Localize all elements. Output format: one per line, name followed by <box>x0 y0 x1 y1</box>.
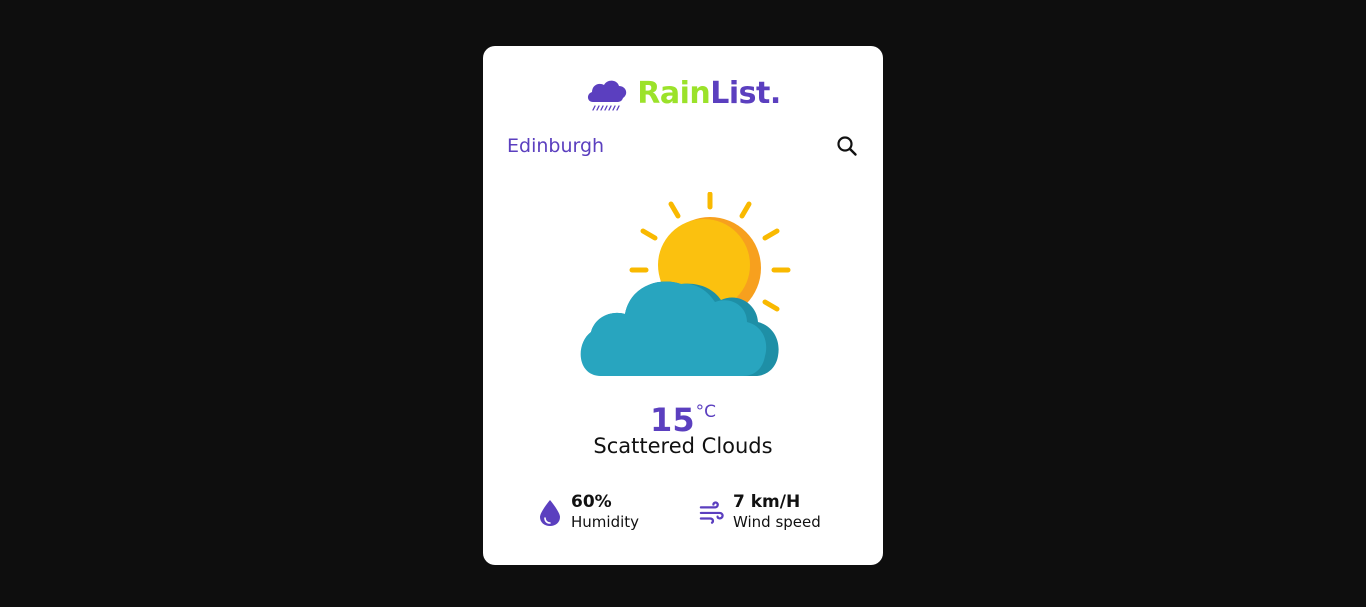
weather-card: RainList. Edinburgh 15°C Scattered Cloud… <box>483 46 883 565</box>
humidity-stat: 60% Humidity <box>537 492 639 532</box>
temperature-unit: °C <box>695 402 716 422</box>
wind-icon <box>699 501 724 524</box>
wind-value: 7 km/H <box>733 492 801 512</box>
humidity-label: Humidity <box>571 513 640 531</box>
search-icon[interactable] <box>835 134 859 158</box>
app-name: RainList. <box>637 74 781 114</box>
partly-cloudy-sun-icon <box>580 192 791 376</box>
city-name: Edinburgh <box>507 135 605 157</box>
humidity-value: 60% <box>571 492 612 512</box>
rain-cloud-icon <box>588 80 627 111</box>
wind-stat: 7 km/H Wind speed <box>699 492 821 532</box>
app-name-rain: Rain <box>637 76 711 111</box>
brand-header: RainList. <box>483 74 883 114</box>
water-drop-icon <box>540 500 560 526</box>
wind-label: Wind speed <box>733 513 821 531</box>
app-name-list: List. <box>710 76 781 111</box>
weather-description: Scattered Clouds <box>593 434 773 458</box>
